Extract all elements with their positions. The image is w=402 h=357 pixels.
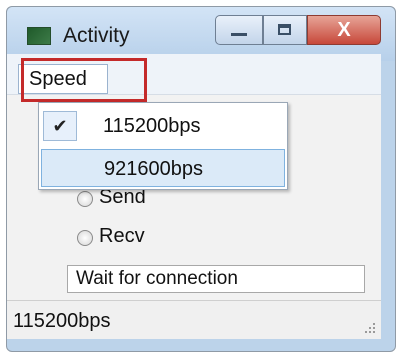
- menu-item-921600bps[interactable]: 921600bps: [41, 149, 285, 187]
- radio-send[interactable]: [77, 191, 93, 207]
- connection-status-field[interactable]: Wait for connection: [67, 265, 365, 293]
- check-icon: ✔: [43, 111, 77, 141]
- menu-speed[interactable]: Speed: [18, 64, 108, 94]
- menu-item-label: 115200bps: [103, 115, 201, 137]
- radio-recv[interactable]: [77, 230, 93, 246]
- window-title: Activity: [63, 24, 130, 47]
- menu-bar: Speed: [7, 54, 381, 95]
- status-bar: 115200bps: [7, 300, 381, 339]
- menu-item-label: 921600bps: [104, 158, 203, 180]
- speed-dropdown-menu: ✔ 115200bps 921600bps: [38, 102, 288, 190]
- radio-recv-label: Recv: [99, 225, 145, 247]
- title-bar[interactable]: Activity X: [7, 7, 395, 61]
- close-button[interactable]: X: [307, 15, 381, 45]
- close-icon: X: [337, 18, 351, 41]
- app-window-icon: [27, 27, 51, 45]
- status-speed-text: 115200bps: [13, 310, 111, 332]
- menu-item-115200bps[interactable]: ✔ 115200bps: [41, 107, 285, 145]
- maximize-icon: [278, 24, 291, 35]
- minimize-button[interactable]: [215, 15, 263, 45]
- maximize-button[interactable]: [263, 15, 307, 45]
- minimize-icon: [231, 33, 247, 36]
- resize-grip[interactable]: [363, 321, 375, 333]
